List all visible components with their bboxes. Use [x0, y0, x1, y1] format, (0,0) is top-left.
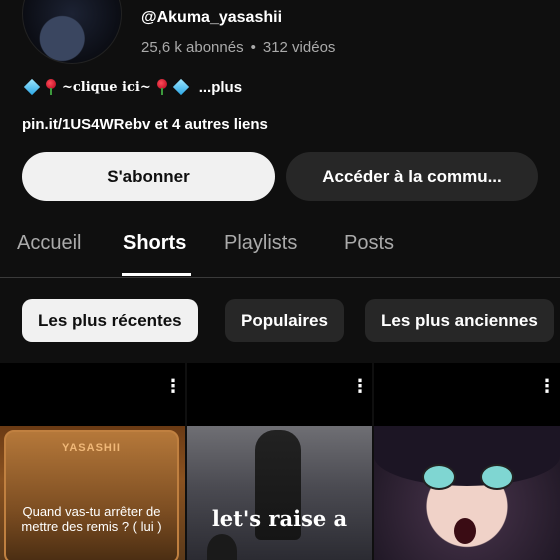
short-tile[interactable]: ⋮ let's raise a: [187, 363, 372, 560]
gem-icon: [172, 78, 189, 96]
subscribe-button[interactable]: S'abonner: [22, 152, 275, 201]
video-count: 312 vidéos: [262, 39, 336, 56]
more-vert-icon[interactable]: ⋮: [164, 377, 182, 395]
subscriber-count: 25,6 k abonnés: [141, 39, 244, 56]
bio-text: ~clique ici~: [62, 79, 151, 95]
tile-header: [374, 363, 560, 426]
channel-avatar[interactable]: [22, 0, 122, 64]
thumbnail-eye: [480, 464, 514, 490]
tile-header: [0, 363, 185, 426]
short-thumbnail[interactable]: let's raise a: [187, 426, 372, 560]
rose-icon: [155, 79, 169, 95]
channel-handle: @Akuma_yasashii: [141, 9, 283, 26]
thumbnail-caption: Quand vas-tu arrêter de mettre des remis…: [21, 504, 162, 534]
stats-separator: •: [250, 39, 256, 56]
gem-icon: [23, 78, 41, 96]
thumbnail-frame: YASASHII Quand vas-tu arrêter de mettre …: [4, 430, 179, 560]
community-button[interactable]: Accéder à la commu...: [286, 152, 538, 201]
more-vert-icon[interactable]: ⋮: [351, 377, 369, 395]
short-tile[interactable]: ⋮ YASASHII Quand vas-tu arrêter de mettr…: [0, 363, 185, 560]
filter-recent[interactable]: Les plus récentes: [22, 299, 198, 342]
tile-header: [187, 363, 372, 426]
thumbnail-eye: [422, 464, 456, 490]
filter-oldest[interactable]: Les plus anciennes: [365, 299, 554, 342]
rose-icon: [44, 79, 58, 95]
channel-tabs: Accueil Shorts Playlists Posts: [0, 225, 560, 278]
short-thumbnail[interactable]: YASASHII Quand vas-tu arrêter de mettre …: [0, 426, 185, 560]
tab-posts[interactable]: Posts: [344, 232, 394, 255]
short-thumbnail[interactable]: [374, 426, 560, 560]
bio-more-link[interactable]: ...plus: [199, 79, 242, 96]
thumbnail-mouth: [454, 518, 476, 544]
channel-bio[interactable]: ~clique ici~ ...plus: [22, 76, 242, 98]
short-tile[interactable]: ⋮: [374, 363, 560, 560]
active-tab-indicator: [122, 273, 191, 276]
tab-shorts[interactable]: Shorts: [123, 232, 186, 255]
filter-popular[interactable]: Populaires: [225, 299, 344, 342]
thumbnail-figure: [207, 534, 237, 560]
thumbnail-caption: let's raise a: [211, 506, 348, 531]
tab-playlists[interactable]: Playlists: [224, 232, 297, 255]
more-vert-icon[interactable]: ⋮: [538, 377, 556, 395]
channel-stats: 25,6 k abonnés • 312 vidéos: [141, 39, 335, 56]
channel-links[interactable]: pin.it/1US4WRebv et 4 autres liens: [22, 116, 268, 133]
tab-accueil[interactable]: Accueil: [17, 232, 81, 255]
thumbnail-brand: YASASHII: [62, 442, 121, 454]
thumbnail-hair: [374, 426, 560, 486]
